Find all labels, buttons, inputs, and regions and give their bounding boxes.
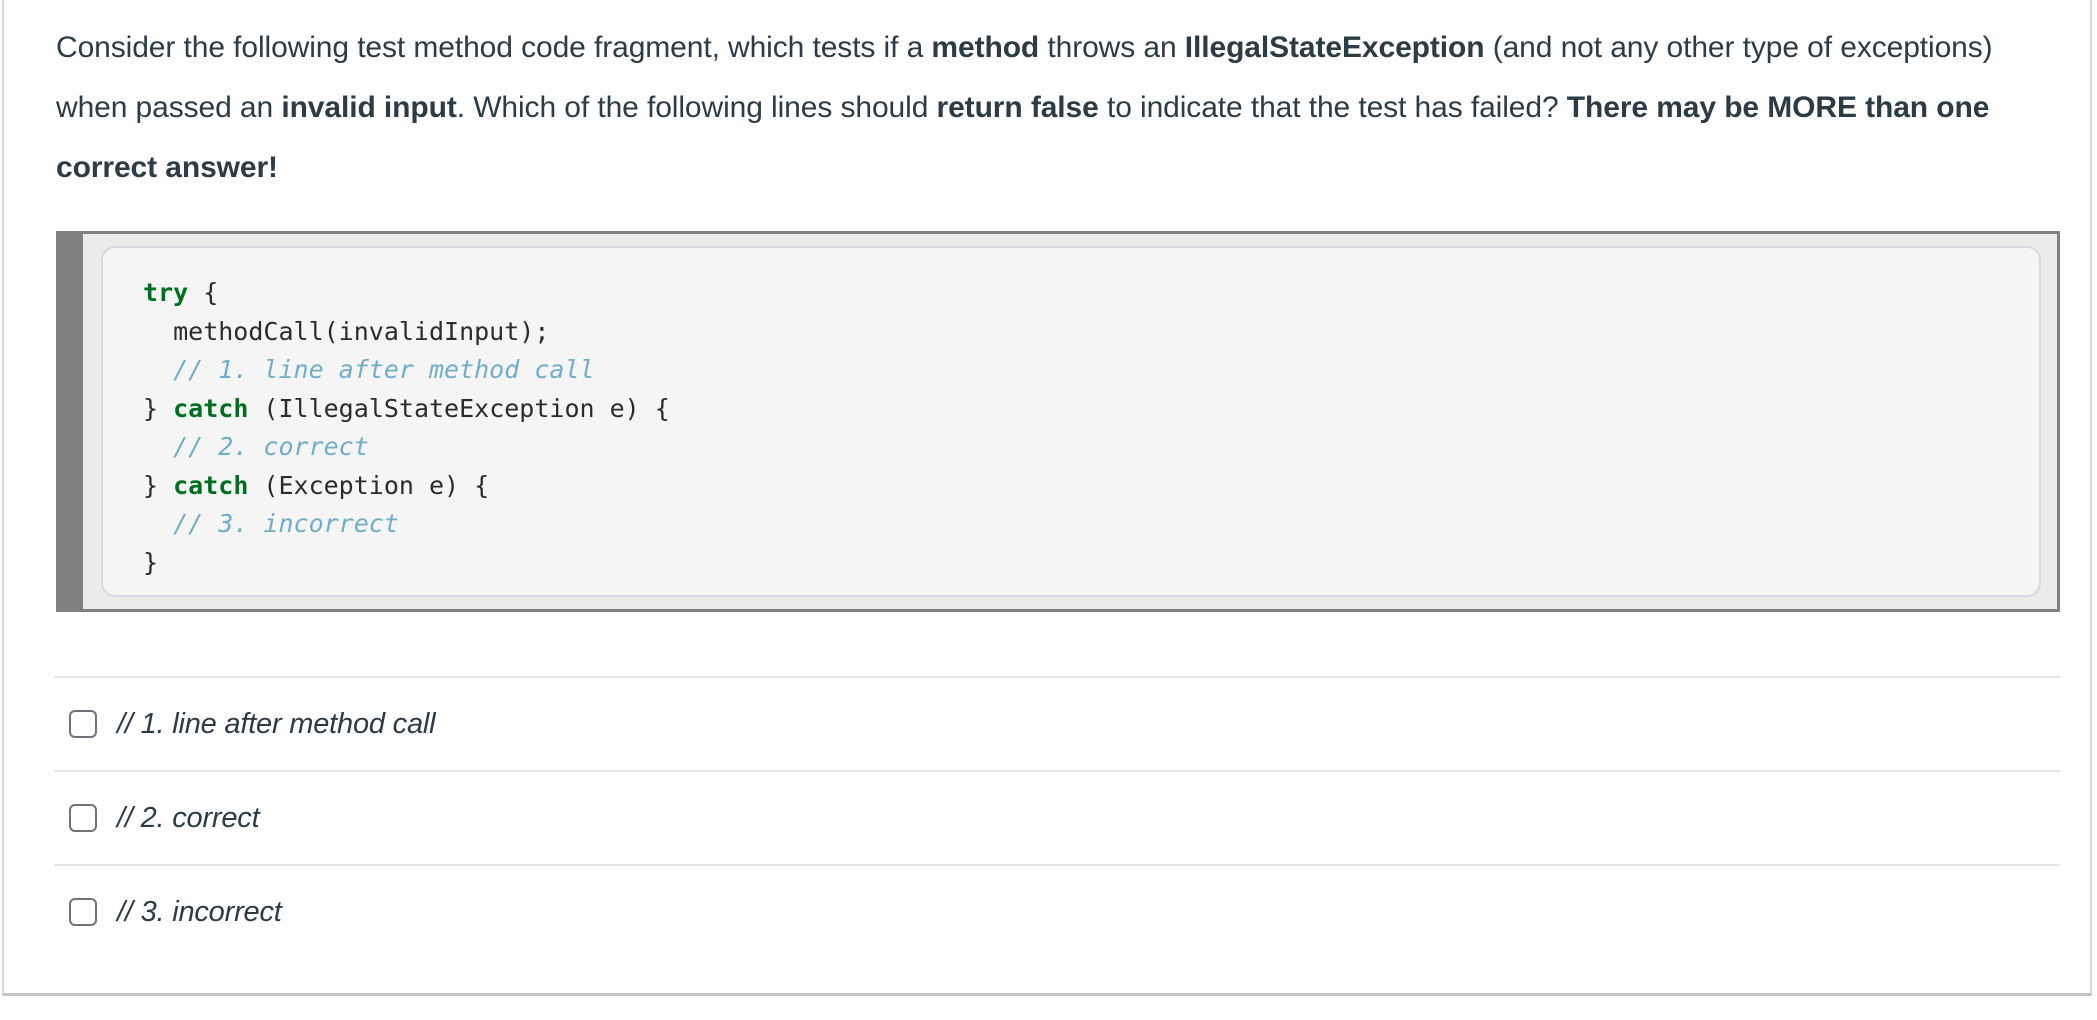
answer-option-label: // 3. incorrect <box>117 896 282 928</box>
code-comment: // 1. line after method call <box>173 355 595 384</box>
code-plain <box>143 355 173 384</box>
answer-option-label: // 2. correct <box>117 802 260 834</box>
answer-option-row[interactable]: // 1. line after method call <box>54 676 2060 770</box>
code-plain: } <box>143 470 174 500</box>
code-plain: } <box>143 547 159 577</box>
code-plain <box>143 509 173 538</box>
code-plain: (Exception e) { <box>248 470 490 500</box>
answer-checkbox[interactable] <box>69 804 97 832</box>
code-plain <box>143 432 173 461</box>
code-keyword: catch <box>173 470 249 500</box>
code-plain: { <box>188 278 219 307</box>
code-comment: // 2. correct <box>173 432 369 461</box>
question-emphasis: IllegalStateException <box>1184 31 1485 64</box>
answer-option-row[interactable]: // 3. incorrect <box>54 864 2060 958</box>
question-run: . Which of the following lines should <box>456 91 937 124</box>
answer-option-label: // 1. line after method call <box>117 708 436 740</box>
question-prompt: Consider the following test method code … <box>56 18 2060 198</box>
code-plain: (IllegalStateException e) { <box>248 393 670 423</box>
question-card: Consider the following test method code … <box>2 0 2092 996</box>
code-fragment-block: try { methodCall(invalidInput); // 1. li… <box>56 231 2060 612</box>
code-plain: methodCall(invalidInput); <box>143 316 550 346</box>
answer-option-row[interactable]: // 2. correct <box>54 770 2060 864</box>
question-emphasis: invalid input <box>281 91 457 124</box>
question-emphasis: return false <box>936 91 1099 124</box>
answer-checkbox[interactable] <box>69 898 97 926</box>
answer-checkbox[interactable] <box>69 710 97 738</box>
code-keyword: try <box>143 278 189 307</box>
code-left-accent-bar <box>59 234 83 609</box>
code-plain: } <box>143 393 174 423</box>
code-keyword: catch <box>173 393 249 423</box>
question-emphasis: method <box>931 31 1040 64</box>
question-run: throws an <box>1039 31 1185 64</box>
code-text: try { methodCall(invalidInput); // 1. li… <box>143 274 2039 582</box>
code-inner-padding: try { methodCall(invalidInput); // 1. li… <box>83 234 2057 609</box>
question-run: Consider the following test method code … <box>56 31 932 64</box>
code-comment: // 3. incorrect <box>173 509 399 538</box>
code-surface: try { methodCall(invalidInput); // 1. li… <box>101 246 2041 597</box>
question-run: to indicate that the test has failed? <box>1098 91 1567 124</box>
answer-options-list: // 1. line after method call // 2. correc… <box>54 676 2060 958</box>
